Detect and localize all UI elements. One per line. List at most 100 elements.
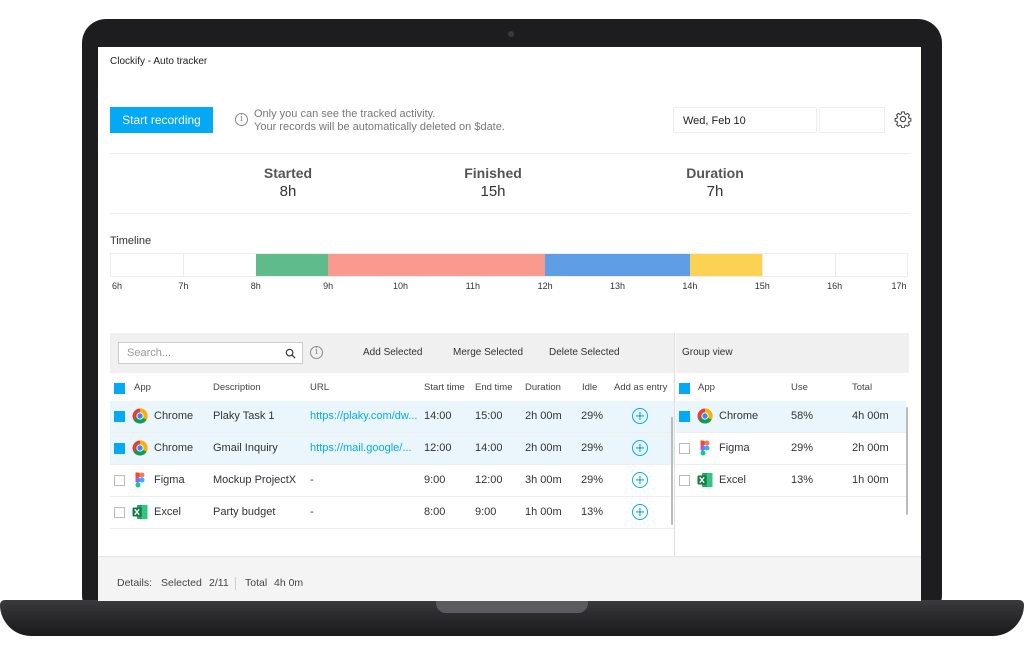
info-icon[interactable]: i — [310, 346, 323, 359]
group-row[interactable]: Chrome 58% 4h 00m — [676, 401, 906, 433]
col-app[interactable]: App — [134, 382, 151, 393]
stat-finished: Finished 15h — [433, 165, 553, 200]
use-percent: 58% — [791, 410, 814, 422]
row-checkbox[interactable] — [679, 475, 690, 486]
add-entry-button[interactable]: + — [632, 440, 648, 456]
timeline-segment[interactable] — [255, 254, 329, 276]
row-checkbox[interactable] — [114, 507, 125, 518]
stat-started: Started 8h — [228, 165, 348, 200]
timeline-tick-label: 6h — [111, 281, 123, 291]
total-time: 2h 00m — [852, 442, 889, 454]
laptop-notch — [436, 601, 588, 613]
row-checkbox[interactable] — [114, 411, 125, 422]
table-row[interactable]: Figma Mockup ProjectX - 9:00 12:00 3h 00m 29% + — [110, 465, 674, 497]
search-box[interactable] — [118, 342, 303, 364]
chrome-icon — [132, 440, 148, 456]
url[interactable]: https://mail.google/... — [310, 442, 420, 454]
col-start-time[interactable]: Start time — [424, 382, 465, 393]
description[interactable]: Gmail Inquiry — [213, 442, 308, 454]
total-label: Total — [245, 577, 268, 589]
start-time: 14:00 — [424, 410, 452, 422]
add-entry-button[interactable]: + — [632, 408, 648, 424]
stat-value: 15h — [480, 183, 506, 200]
search-input[interactable] — [119, 343, 295, 363]
add-entry-button[interactable]: + — [632, 472, 648, 488]
timeline-tick-label: 12h — [537, 281, 553, 291]
camera — [508, 31, 514, 37]
col-url[interactable]: URL — [310, 382, 329, 393]
row-checkbox[interactable] — [679, 411, 690, 422]
group-scrollbar[interactable] — [906, 407, 908, 515]
gear-icon[interactable] — [894, 110, 912, 128]
timeline-segment[interactable] — [689, 254, 763, 276]
date-picker-extra[interactable] — [819, 107, 885, 133]
selected-label: Selected — [161, 577, 202, 589]
timeline-tick-label: 13h — [610, 281, 626, 291]
row-checkbox[interactable] — [679, 443, 690, 454]
date-picker[interactable]: Wed, Feb 10 — [673, 107, 817, 133]
url[interactable]: https://plaky.com/dw... — [310, 410, 420, 422]
row-checkbox[interactable] — [114, 475, 125, 486]
description[interactable]: Mockup ProjectX — [213, 474, 308, 486]
chrome-icon — [697, 408, 713, 424]
duration: 2h 00m — [525, 442, 562, 454]
duration: 3h 00m — [525, 474, 562, 486]
notice-line-2: Your records will be automatically delet… — [254, 121, 505, 133]
description[interactable]: Plaky Task 1 — [213, 410, 308, 422]
excel-icon — [132, 504, 148, 520]
search-icon[interactable] — [285, 348, 296, 359]
stat-label: Finished — [464, 165, 522, 181]
col-idle[interactable]: Idle — [582, 382, 597, 393]
description[interactable]: Party budget — [213, 506, 308, 518]
stat-duration: Duration 7h — [655, 165, 775, 200]
idle: 29% — [581, 442, 604, 454]
stat-label: Duration — [686, 165, 744, 181]
window-title: Clockify - Auto tracker — [110, 56, 208, 67]
total-value: 4h 0m — [274, 577, 304, 589]
app-window: Clockify - Auto tracker Start recording … — [98, 47, 921, 601]
timeline-tick-label: 15h — [754, 281, 770, 291]
start-recording-button[interactable]: Start recording — [110, 107, 213, 133]
info-icon[interactable]: i — [235, 113, 248, 126]
group-col-use[interactable]: Use — [791, 382, 808, 393]
idle: 29% — [581, 410, 604, 422]
select-all-checkbox[interactable] — [114, 383, 125, 394]
url: - — [310, 506, 314, 518]
group-row[interactable]: Excel 13% 1h 00m — [676, 465, 906, 497]
app-name: Chrome — [154, 410, 194, 422]
add-entry-button[interactable]: + — [632, 504, 648, 520]
use-percent: 13% — [791, 474, 814, 486]
table-scrollbar[interactable] — [671, 417, 673, 525]
add-selected-button[interactable]: Add Selected — [363, 347, 423, 358]
group-select-all-checkbox[interactable] — [679, 383, 690, 394]
stat-value: 8h — [279, 183, 297, 200]
divider — [110, 213, 910, 214]
col-description[interactable]: Description — [213, 382, 261, 393]
privacy-notice: Only you can see the tracked activity. Y… — [254, 108, 505, 134]
col-duration[interactable]: Duration — [525, 382, 561, 393]
table-row[interactable]: Excel Party budget - 8:00 9:00 1h 00m 13% + — [110, 497, 674, 529]
app-name: Figma — [719, 442, 750, 454]
start-time: 9:00 — [424, 474, 446, 486]
app-name: Excel — [154, 506, 181, 518]
merge-selected-button[interactable]: Merge Selected — [453, 347, 523, 358]
start-time: 8:00 — [424, 506, 446, 518]
table-row[interactable]: Chrome Plaky Task 1 https://plaky.com/dw..… — [110, 401, 674, 433]
timeline-track — [110, 253, 908, 277]
timeline-segment[interactable] — [328, 254, 546, 276]
timeline-label: Timeline — [110, 235, 152, 247]
table-row[interactable]: Chrome Gmail Inquiry https://mail.google/.… — [110, 433, 674, 465]
figma-icon — [132, 472, 148, 488]
row-checkbox[interactable] — [114, 443, 125, 454]
col-end-time[interactable]: End time — [475, 382, 513, 393]
details-footer: Details: Selected 2/11 Total 4h 0m — [98, 556, 921, 601]
timeline-segment[interactable] — [545, 254, 690, 276]
group-col-app[interactable]: App — [698, 382, 715, 393]
group-row[interactable]: Figma 29% 2h 00m — [676, 433, 906, 465]
table-toolbar: i Add Selected Merge Selected Delete Sel… — [110, 333, 674, 373]
col-add-as-entry[interactable]: Add as entry — [614, 382, 667, 393]
chrome-icon — [132, 408, 148, 424]
idle: 29% — [581, 474, 604, 486]
group-col-total[interactable]: Total — [852, 382, 872, 393]
delete-selected-button[interactable]: Delete Selected — [549, 347, 620, 358]
